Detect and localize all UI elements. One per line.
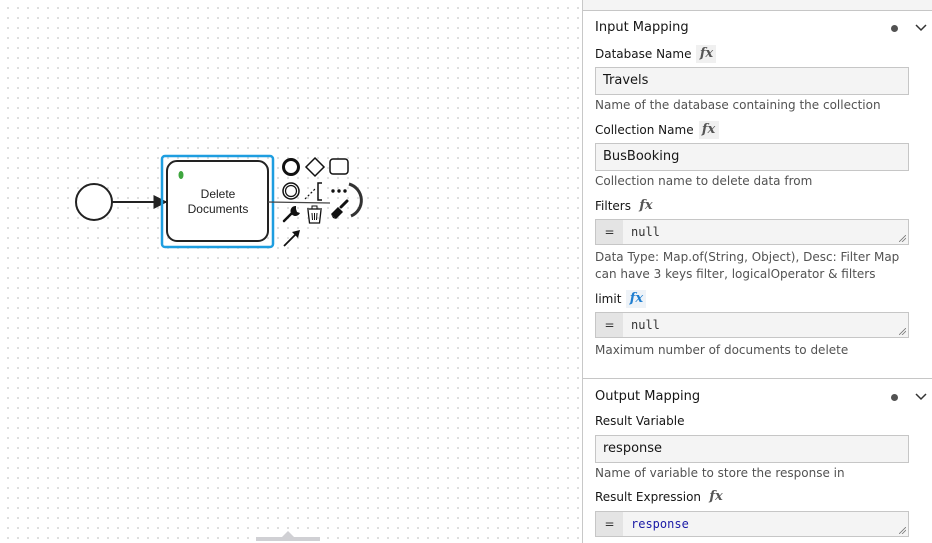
result-expression-label: Result Expression fx <box>595 488 726 506</box>
output-mapping-header[interactable]: Output Mapping <box>583 380 932 412</box>
delete-trash-icon[interactable] <box>307 205 322 224</box>
database-name-label: Database Name fx <box>595 45 717 63</box>
chevron-down-icon[interactable] <box>914 20 928 34</box>
resize-grip-icon[interactable] <box>899 527 906 534</box>
filters-description: Data Type: Map.of(String, Object), Desc:… <box>595 249 915 283</box>
fx-toggle-icon[interactable]: fx <box>698 121 719 139</box>
result-expression-feel-editor[interactable]: = response <box>595 511 909 537</box>
limit-value[interactable]: null <box>623 313 660 337</box>
append-task-icon[interactable] <box>329 158 349 175</box>
output-mapping-title: Output Mapping <box>595 389 701 404</box>
resize-grip-icon[interactable] <box>899 235 906 242</box>
database-name-input[interactable]: Travels <box>595 67 909 95</box>
filters-description-line1: Data Type: Map.of(String, Object), Desc:… <box>595 250 900 264</box>
more-options-icon[interactable] <box>331 189 347 193</box>
database-name-description: Name of the database containing the coll… <box>595 98 881 112</box>
database-name-label-text: Database Name <box>595 47 692 61</box>
result-expression-label-text: Result Expression <box>595 490 702 504</box>
feel-equals-sign: = <box>596 512 623 536</box>
connection-preview <box>267 201 331 204</box>
task-delete-documents[interactable]: Delete Documents <box>166 160 269 242</box>
input-mapping-group: Input Mapping Database Name fx Travels N… <box>583 11 932 357</box>
input-mapping-title: Input Mapping <box>595 20 689 35</box>
collection-name-label: Collection Name fx <box>595 121 719 139</box>
append-gateway-icon[interactable] <box>304 156 326 178</box>
color-brush-icon[interactable] <box>331 199 349 219</box>
result-variable-label-text: Result Variable <box>595 414 685 428</box>
resize-grip-icon[interactable] <box>899 328 906 335</box>
collection-name-description: Collection name to delete data from <box>595 174 813 188</box>
filters-value[interactable]: null <box>623 220 660 244</box>
loading-arc <box>348 182 363 218</box>
append-text-annotation-icon[interactable] <box>304 182 322 201</box>
fx-toggle-icon[interactable]: fx <box>696 45 717 63</box>
feel-equals-sign: = <box>596 313 623 337</box>
properties-panel: Input Mapping Database Name fx Travels N… <box>582 0 932 543</box>
chevron-down-icon[interactable] <box>914 389 928 403</box>
start-event[interactable] <box>75 183 113 221</box>
previous-group-footer <box>583 0 932 11</box>
fx-toggle-icon[interactable]: fx <box>626 290 647 308</box>
collection-name-input[interactable]: BusBooking <box>595 143 909 171</box>
input-mapping-header[interactable]: Input Mapping <box>583 11 932 43</box>
task-label-line2: Documents <box>188 202 249 216</box>
result-variable-description: Name of variable to store the response i… <box>595 466 845 480</box>
group-divider <box>583 378 932 379</box>
append-intermediate-event-icon[interactable] <box>282 182 300 200</box>
fx-toggle-icon[interactable]: fx <box>636 197 656 215</box>
has-data-indicator-icon <box>891 394 898 401</box>
limit-label-text: limit <box>595 292 622 306</box>
result-expression-value[interactable]: response <box>623 512 689 536</box>
diagram-svg: Delete Documents <box>75 154 363 249</box>
limit-description: Maximum number of documents to delete <box>595 343 849 357</box>
result-variable-input[interactable]: response <box>595 435 909 463</box>
connector-marker-icon <box>178 171 184 179</box>
fx-toggle-icon[interactable]: fx <box>706 488 726 506</box>
limit-label: limit fx <box>595 290 647 308</box>
filters-label-text: Filters <box>595 199 631 213</box>
filters-description-line2: can have 3 keys filter, logicalOperator … <box>595 267 876 281</box>
change-type-wrench-icon[interactable] <box>282 205 300 223</box>
result-variable-label: Result Variable <box>595 414 684 428</box>
collection-name-label-text: Collection Name <box>595 123 694 137</box>
bpmn-canvas[interactable]: Delete Documents <box>0 0 582 543</box>
task-label-line1: Delete <box>201 187 236 201</box>
filters-label: Filters fx <box>595 197 656 215</box>
has-data-indicator-icon <box>891 25 898 32</box>
feel-equals-sign: = <box>596 220 623 244</box>
canvas-scroll-handle[interactable] <box>256 537 320 541</box>
append-end-event-icon[interactable] <box>282 158 300 176</box>
output-mapping-group: Output Mapping Result Variable response … <box>583 380 932 537</box>
filters-feel-editor[interactable]: = null <box>595 219 909 245</box>
limit-feel-editor[interactable]: = null <box>595 312 909 338</box>
